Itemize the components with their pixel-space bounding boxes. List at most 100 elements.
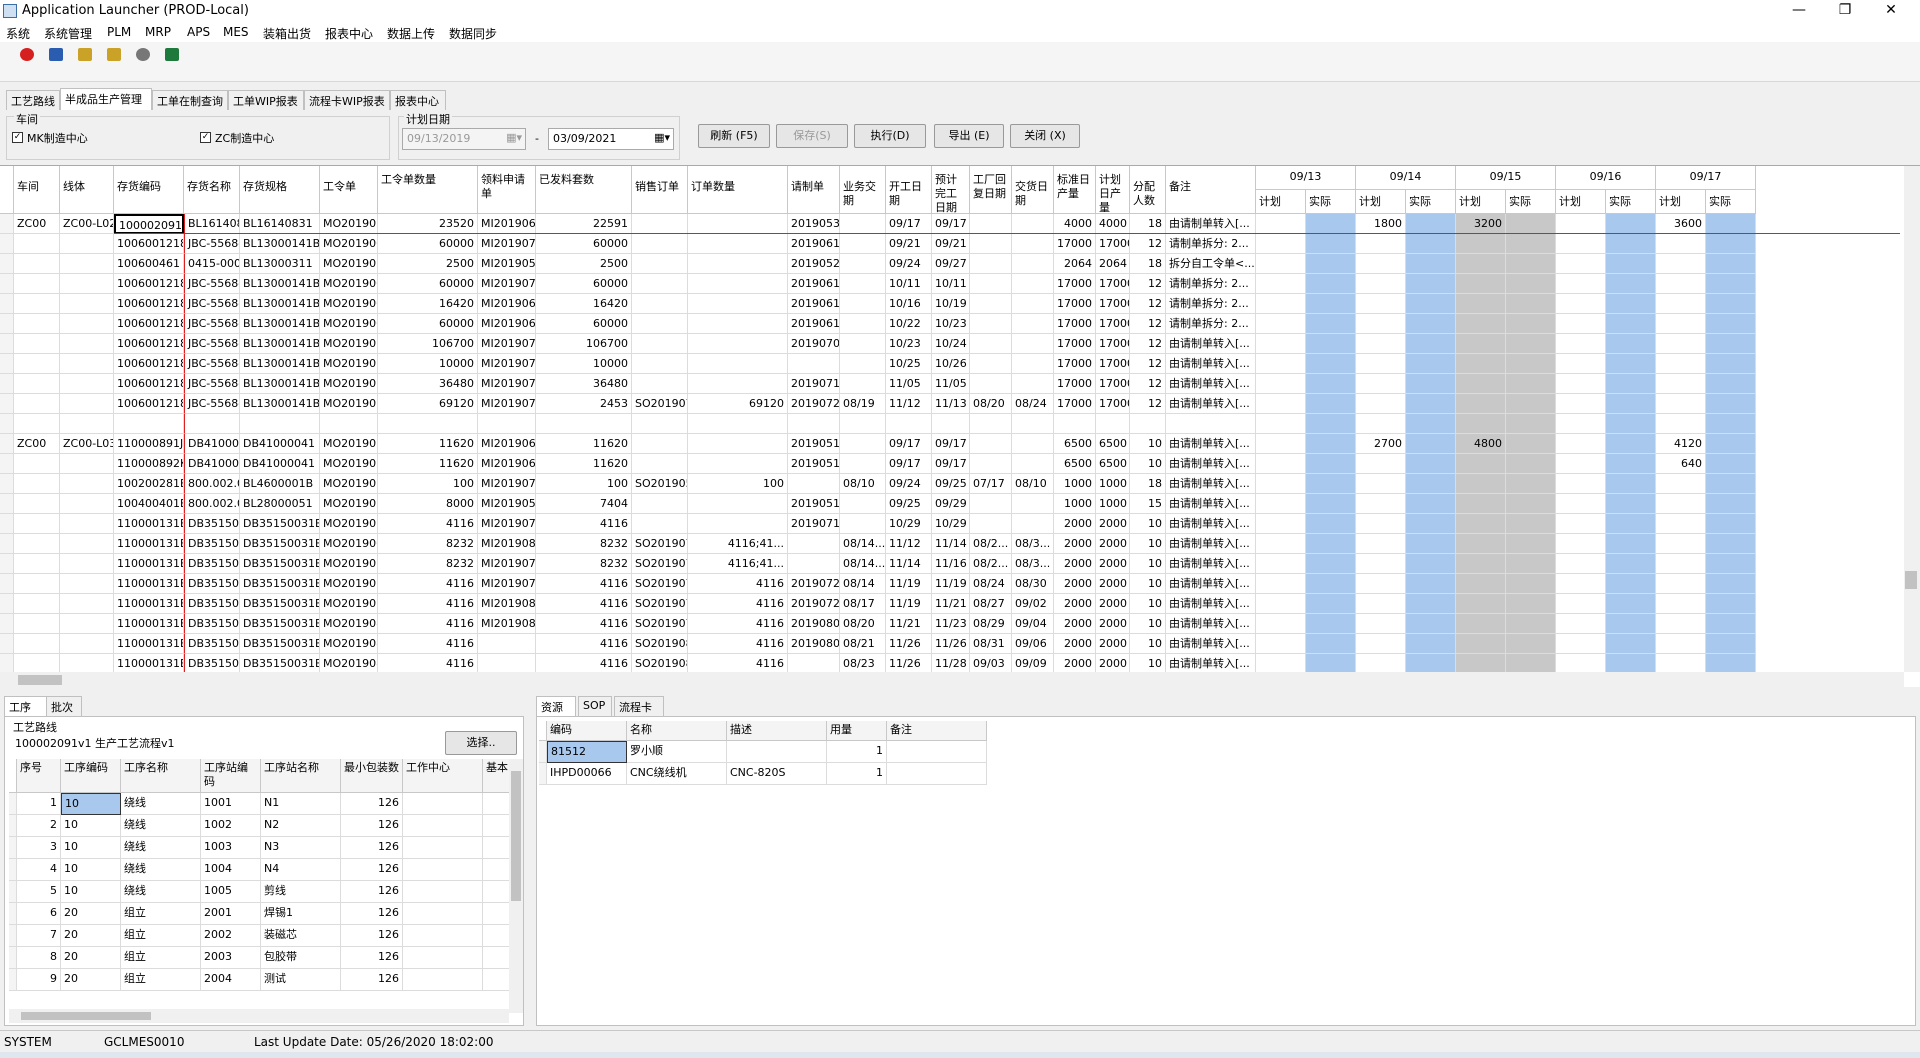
actual-cell[interactable]: [1306, 334, 1356, 354]
horizontal-scrollbar[interactable]: [0, 672, 1904, 687]
grid-cell[interactable]: 10: [1130, 434, 1166, 454]
grid-cell[interactable]: 20190617-00003: [788, 314, 840, 334]
grid-cell[interactable]: [240, 414, 320, 434]
grid-cell[interactable]: [1012, 494, 1054, 514]
actual-cell[interactable]: [1506, 394, 1556, 414]
row-selector[interactable]: [0, 614, 14, 634]
table-row[interactable]: 1006001218JBC-5568-E...BL13000141BMO2019…: [0, 234, 1920, 254]
table-row[interactable]: ZC00ZC00-L03110000891JDB4100004...DB4100…: [0, 434, 1920, 454]
actual-cell[interactable]: [1306, 594, 1356, 614]
left-grid-cell[interactable]: 绕线: [121, 837, 201, 859]
actual-cell[interactable]: [1706, 654, 1756, 674]
grid-cell[interactable]: [688, 254, 788, 274]
actual-cell[interactable]: [1706, 254, 1756, 274]
grid-cell[interactable]: [60, 494, 114, 514]
grid-cell[interactable]: MI201906-00010: [478, 434, 536, 454]
actual-cell[interactable]: [1706, 554, 1756, 574]
left-grid-cell[interactable]: 20: [61, 925, 121, 947]
grid-cell[interactable]: 106700: [536, 334, 632, 354]
row-selector[interactable]: [0, 434, 14, 454]
grid-cell[interactable]: [60, 334, 114, 354]
vertical-scrollbar[interactable]: [1904, 166, 1920, 672]
plan-cell[interactable]: 4800: [1456, 434, 1506, 454]
tab-3[interactable]: 工单WIP报表: [228, 90, 304, 110]
grid-cell[interactable]: [970, 234, 1012, 254]
grid-cell[interactable]: 4116: [536, 574, 632, 594]
grid-cell[interactable]: 由请制单转入[...: [1166, 494, 1256, 514]
table-row[interactable]: 1006001218JBC-5568-E...BL13000141BMO2019…: [0, 274, 1920, 294]
grid-cell[interactable]: 08/31: [970, 634, 1012, 654]
actual-cell[interactable]: [1506, 454, 1556, 474]
grid-cell[interactable]: 11/13: [932, 394, 970, 414]
action-button-0[interactable]: 刷新 (F5): [698, 124, 770, 148]
actual-cell[interactable]: [1506, 574, 1556, 594]
grid-cell[interactable]: MI201907-00237: [478, 514, 536, 534]
grid-cell[interactable]: MO201906-18...: [320, 234, 378, 254]
left-row-selector[interactable]: [9, 925, 17, 947]
row-selector[interactable]: [0, 254, 14, 274]
actual-cell[interactable]: [1506, 254, 1556, 274]
grid-cell[interactable]: 08/17: [840, 594, 886, 614]
plan-cell[interactable]: [1656, 614, 1706, 634]
plan-cell[interactable]: 2700: [1356, 434, 1406, 454]
plan-cell[interactable]: [1456, 594, 1506, 614]
plan-cell[interactable]: [1456, 394, 1506, 414]
grid-cell[interactable]: 20190802-00002: [788, 634, 840, 654]
row-selector[interactable]: [0, 274, 14, 294]
row-selector[interactable]: [0, 354, 14, 374]
grid-cell[interactable]: 17000: [1054, 314, 1096, 334]
grid-cell[interactable]: DB4100004 ...: [184, 454, 240, 474]
right-col-header[interactable]: 用量: [827, 721, 887, 741]
table-row[interactable]: 110000131EDB3515003...DB35150031EMO20190…: [0, 614, 1920, 634]
right-grid-cell[interactable]: 1: [827, 741, 887, 763]
left-col-header[interactable]: 工序编码: [61, 759, 121, 793]
grid-cell[interactable]: 110000131E: [114, 574, 184, 594]
left-grid-cell[interactable]: 绕线: [121, 815, 201, 837]
table-row[interactable]: 110000131EDB3515003...DB35150031EMO20190…: [0, 574, 1920, 594]
grid-cell[interactable]: [14, 274, 60, 294]
restore-button[interactable]: ❐: [1822, 0, 1868, 22]
grid-cell[interactable]: [1012, 374, 1054, 394]
grid-cell[interactable]: SO201908-005: [632, 654, 688, 674]
grid-cell[interactable]: 09/04: [1012, 614, 1054, 634]
zc-checkbox[interactable]: ✓: [200, 132, 211, 143]
grid-cell[interactable]: 4116: [688, 634, 788, 654]
col-header[interactable]: 工令单: [320, 166, 378, 214]
col-header[interactable]: 标准日产量: [1054, 166, 1096, 214]
actual-cell[interactable]: [1606, 514, 1656, 534]
left-grid-cell[interactable]: 焊锡1: [261, 903, 341, 925]
plan-cell[interactable]: [1656, 254, 1706, 274]
grid-cell[interactable]: MO201908-006: [320, 614, 378, 634]
grid-cell[interactable]: BL13000141B: [240, 334, 320, 354]
grid-cell[interactable]: 18: [1130, 254, 1166, 274]
grid-cell[interactable]: [478, 414, 536, 434]
grid-cell[interactable]: 09/24: [886, 254, 932, 274]
plan-cell[interactable]: [1656, 414, 1706, 434]
grid-cell[interactable]: BL28000051: [240, 494, 320, 514]
actual-cell[interactable]: [1706, 314, 1756, 334]
actual-cell[interactable]: [1706, 614, 1756, 634]
grid-cell[interactable]: [14, 554, 60, 574]
grid-cell[interactable]: DB3515003...: [184, 614, 240, 634]
grid-cell[interactable]: 1006001218: [114, 334, 184, 354]
left-col-header[interactable]: 序号: [17, 759, 61, 793]
left-grid-cell[interactable]: 包胶带: [261, 947, 341, 969]
grid-cell[interactable]: 4116: [378, 594, 478, 614]
grid-cell[interactable]: 20190801-00001: [788, 614, 840, 634]
grid-cell[interactable]: DB35150031E: [240, 574, 320, 594]
grid-cell[interactable]: 800.002.007....: [184, 494, 240, 514]
grid-cell[interactable]: JBC-5568-E...: [184, 294, 240, 314]
grid-cell[interactable]: 100: [378, 474, 478, 494]
grid-cell[interactable]: 12: [1130, 374, 1166, 394]
plan-cell[interactable]: [1356, 654, 1406, 674]
grid-cell[interactable]: 10: [1130, 654, 1166, 674]
grid-cell[interactable]: [688, 434, 788, 454]
menu-item[interactable]: 系统: [6, 25, 30, 42]
plan-cell[interactable]: [1456, 354, 1506, 374]
grid-cell[interactable]: 由请制单转入[...: [1166, 574, 1256, 594]
grid-cell[interactable]: MO201907-082: [320, 334, 378, 354]
actual-cell[interactable]: [1406, 254, 1456, 274]
actual-cell[interactable]: [1706, 474, 1756, 494]
close-window-button[interactable]: ✕: [1868, 0, 1914, 22]
grid-cell[interactable]: BL13000141B: [240, 374, 320, 394]
